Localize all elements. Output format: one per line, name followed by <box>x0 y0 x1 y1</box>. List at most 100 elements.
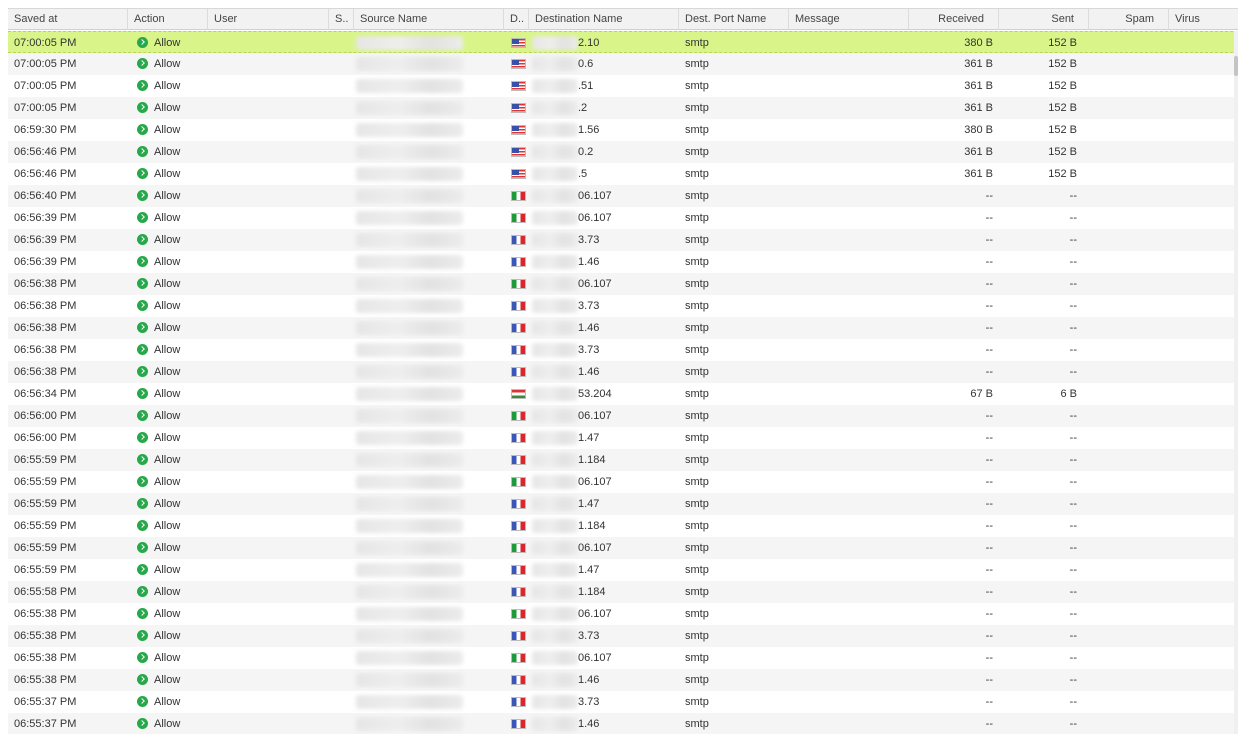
cell-dest-port-name: smtp <box>685 146 709 158</box>
action-label: Allow <box>154 388 181 400</box>
table-row[interactable]: 07:00:05 PM Allow 0.6 smtp 361 B 152 B <box>8 53 1238 75</box>
action-label: Allow <box>154 674 181 686</box>
table-row[interactable]: 06:55:59 PM Allow 06.107 smtp -- -- <box>8 537 1238 559</box>
cell-sent: -- <box>1069 608 1077 620</box>
cell-saved-at: 07:00:05 PM <box>14 37 77 49</box>
country-flag-icon <box>511 59 526 69</box>
table-row[interactable]: 06:56:39 PM Allow 3.73 smtp -- -- <box>8 229 1238 251</box>
table-row[interactable]: 06:56:38 PM Allow 1.46 smtp -- -- <box>8 361 1238 383</box>
action-label: Allow <box>154 146 181 158</box>
cell-saved-at: 06:55:38 PM <box>14 630 77 642</box>
col-header-destination-name[interactable]: Destination Name <box>529 9 679 30</box>
table-row[interactable]: 06:56:39 PM Allow 1.46 smtp -- -- <box>8 251 1238 273</box>
table-row[interactable]: 06:56:00 PM Allow 1.47 smtp -- -- <box>8 427 1238 449</box>
action-label: Allow <box>154 344 181 356</box>
table-row[interactable]: 06:55:38 PM Allow 06.107 smtp -- -- <box>8 603 1238 625</box>
col-header-s[interactable]: S.. <box>329 9 354 30</box>
table-row[interactable]: 06:55:58 PM Allow 1.184 smtp -- -- <box>8 581 1238 603</box>
col-header-source-name[interactable]: Source Name <box>354 9 504 30</box>
table-row[interactable]: 06:55:38 PM Allow 06.107 smtp -- -- <box>8 647 1238 669</box>
cell-dest-port-name: smtp <box>685 432 709 444</box>
table-row[interactable]: 06:55:59 PM Allow 06.107 smtp -- -- <box>8 471 1238 493</box>
grid-header: Saved at Action User S.. Source Name D..… <box>8 8 1238 30</box>
col-header-sent[interactable]: Sent <box>999 9 1089 30</box>
cell-action: Allow <box>128 251 208 273</box>
cell-received: -- <box>985 190 993 202</box>
allow-arrow-icon <box>137 300 148 311</box>
col-header-spam[interactable]: Spam <box>1089 9 1169 30</box>
cell-saved-at: 06:56:38 PM <box>14 322 77 334</box>
cell-received: 361 B <box>964 146 993 158</box>
source-name-redacted <box>356 519 463 533</box>
table-row[interactable]: 07:00:05 PM Allow .2 smtp 361 B 152 B <box>8 97 1238 119</box>
table-row[interactable]: 06:56:00 PM Allow 06.107 smtp -- -- <box>8 405 1238 427</box>
vertical-scrollbar[interactable] <box>1234 31 1238 734</box>
table-row[interactable]: 06:59:30 PM Allow 1.56 smtp 380 B 152 B <box>8 119 1238 141</box>
col-header-action[interactable]: Action <box>128 9 208 30</box>
table-row[interactable]: 06:55:38 PM Allow 3.73 smtp -- -- <box>8 625 1238 647</box>
col-header-dest-port-name[interactable]: Dest. Port Name <box>679 9 789 30</box>
cell-sent: -- <box>1069 256 1077 268</box>
cell-saved-at: 06:59:30 PM <box>14 124 77 136</box>
col-header-saved-at[interactable]: Saved at <box>8 9 128 30</box>
cell-received: -- <box>985 476 993 488</box>
cell-saved-at: 06:56:46 PM <box>14 168 77 180</box>
allow-arrow-icon <box>137 476 148 487</box>
col-header-message[interactable]: Message <box>789 9 909 30</box>
action-label: Allow <box>154 278 181 290</box>
cell-received: -- <box>985 212 993 224</box>
table-row[interactable]: 06:55:59 PM Allow 1.47 smtp -- -- <box>8 493 1238 515</box>
cell-sent: -- <box>1069 718 1077 730</box>
table-row[interactable]: 06:56:40 PM Allow 06.107 smtp -- -- <box>8 185 1238 207</box>
table-row[interactable]: 06:56:46 PM Allow 0.2 smtp 361 B 152 B <box>8 141 1238 163</box>
cell-received: -- <box>985 366 993 378</box>
cell-dest-port-name: smtp <box>685 80 709 92</box>
col-header-user[interactable]: User <box>208 9 329 30</box>
cell-saved-at: 06:55:58 PM <box>14 586 77 598</box>
table-row[interactable]: 06:56:38 PM Allow 1.46 smtp -- -- <box>8 317 1238 339</box>
country-flag-icon <box>511 257 526 267</box>
action-label: Allow <box>154 630 181 642</box>
cell-destination-name: 3.73 <box>578 234 600 246</box>
country-flag-icon <box>511 411 526 421</box>
table-row[interactable]: 06:56:38 PM Allow 06.107 smtp -- -- <box>8 273 1238 295</box>
col-header-d[interactable]: D.. <box>504 9 529 30</box>
cell-sent: -- <box>1069 300 1077 312</box>
cell-destination-name: 3.73 <box>578 630 600 642</box>
table-row[interactable]: 06:55:37 PM Allow 1.46 smtp -- -- <box>8 713 1238 734</box>
cell-saved-at: 06:55:38 PM <box>14 608 77 620</box>
table-row[interactable]: 06:55:37 PM Allow 3.73 smtp -- -- <box>8 691 1238 713</box>
cell-action: Allow <box>128 581 208 603</box>
cell-action: Allow <box>128 185 208 207</box>
table-row[interactable]: 06:55:59 PM Allow 1.184 smtp -- -- <box>8 449 1238 471</box>
country-flag-icon <box>511 631 526 641</box>
table-row[interactable]: 06:55:38 PM Allow 1.46 smtp -- -- <box>8 669 1238 691</box>
table-row[interactable]: 06:56:34 PM Allow 53.204 smtp 67 B 6 B <box>8 383 1238 405</box>
action-label: Allow <box>154 234 181 246</box>
action-label: Allow <box>154 300 181 312</box>
cell-sent: 152 B <box>1048 58 1077 70</box>
country-flag-icon <box>511 565 526 575</box>
table-row[interactable]: 06:56:46 PM Allow .5 smtp 361 B 152 B <box>8 163 1238 185</box>
table-row[interactable]: 06:56:38 PM Allow 3.73 smtp -- -- <box>8 295 1238 317</box>
cell-action: Allow <box>128 32 208 54</box>
grid-body: 07:00:05 PM Allow 2.10 smtp 380 B 152 B 07:00:… <box>8 31 1238 734</box>
table-row[interactable]: 07:00:05 PM Allow .51 smtp 361 B 152 B <box>8 75 1238 97</box>
cell-saved-at: 06:56:46 PM <box>14 146 77 158</box>
cell-saved-at: 07:00:05 PM <box>14 58 77 70</box>
cell-received: -- <box>985 278 993 290</box>
col-header-received[interactable]: Received <box>909 9 999 30</box>
col-header-virus[interactable]: Virus <box>1169 9 1238 30</box>
country-flag-icon <box>511 477 526 487</box>
table-row[interactable]: 06:56:38 PM Allow 3.73 smtp -- -- <box>8 339 1238 361</box>
cell-destination-name: 2.10 <box>578 37 600 49</box>
cell-saved-at: 06:55:37 PM <box>14 718 77 730</box>
cell-received: 361 B <box>964 102 993 114</box>
cell-action: Allow <box>128 625 208 647</box>
scrollbar-thumb[interactable] <box>1234 56 1238 76</box>
table-row[interactable]: 06:55:59 PM Allow 1.47 smtp -- -- <box>8 559 1238 581</box>
cell-sent: 152 B <box>1048 124 1077 136</box>
table-row[interactable]: 06:56:39 PM Allow 06.107 smtp -- -- <box>8 207 1238 229</box>
table-row[interactable]: 06:55:59 PM Allow 1.184 smtp -- -- <box>8 515 1238 537</box>
table-row[interactable]: 07:00:05 PM Allow 2.10 smtp 380 B 152 B <box>8 31 1238 53</box>
